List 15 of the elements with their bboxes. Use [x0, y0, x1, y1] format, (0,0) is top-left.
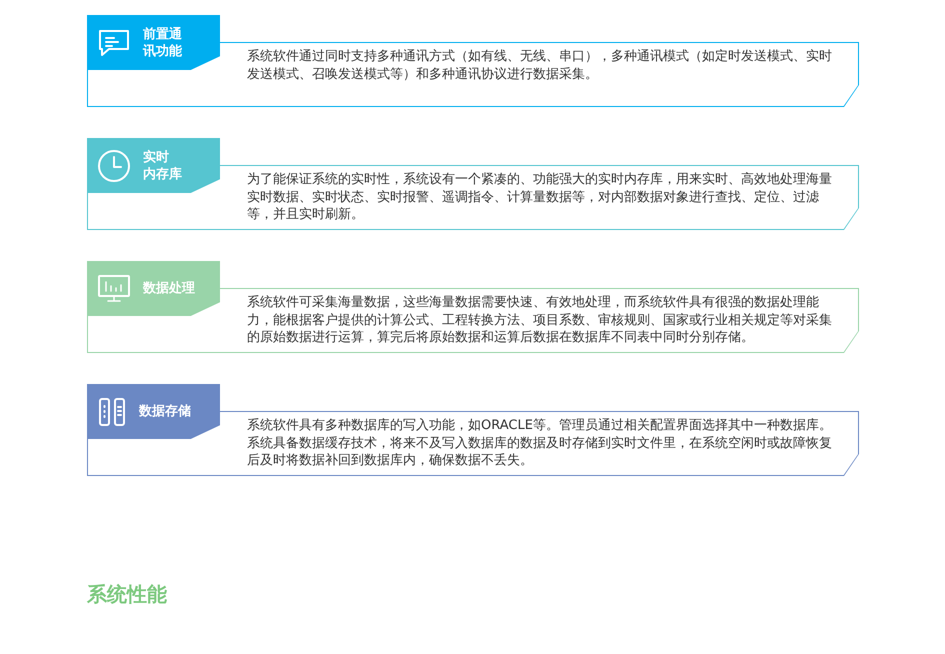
section-title: 数据处理	[143, 280, 195, 297]
monitor-chart-icon	[97, 274, 131, 304]
section-description: 系统软件通过同时支持多种通讯方式（如有线、无线、串口），多种通讯模式（如定时发送模式、实时发送模式、召唤发送模式等）和多种通讯协议进行数据采集。	[247, 48, 833, 83]
section-title: 数据存储	[139, 403, 191, 420]
section-title: 内存库	[143, 166, 182, 182]
storage-icon	[97, 396, 127, 426]
section-title: 讯功能	[143, 42, 182, 60]
section-description: 为了能保证系统的实时性，系统设有一个紧凑的、功能强大的实时内存库，用来实时、高效地处理海量实时数据、实时状态、实时报警、遥调指令、计算量数据等，对内部数据对象进行查找、定位、过滤等，并且实时刷新。	[247, 171, 833, 224]
chat-bubble-icon	[97, 28, 131, 58]
section-description: 系统软件具有多种数据库的写入功能，如ORACLE等。管理员通过相关配置界面选择其中一种数据库。系统具备数据缓存技术，将来不及写入数据库的数据及时存储到实时文件里，在系统空闲时或故障恢复后及时将数据补回到数据库内，确保数据不丢失。	[247, 417, 833, 470]
clock-icon	[97, 148, 131, 182]
section-heading: 系统性能	[87, 581, 168, 608]
section-title: 实时	[143, 148, 170, 166]
section-description: 系统软件可采集海量数据，这些海量数据需要快速、有效地处理，而系统软件具有很强的数据处理能力，能根据客户提供的计算公式、工程转换方法、项目系数、审核规则、国家或行业相关规定等对采集的原始数据进行运算，算完后将原始数据和运算后数据在数据库不同表中同时分别存储。	[247, 294, 833, 346]
section-title: 前置通	[143, 26, 182, 42]
